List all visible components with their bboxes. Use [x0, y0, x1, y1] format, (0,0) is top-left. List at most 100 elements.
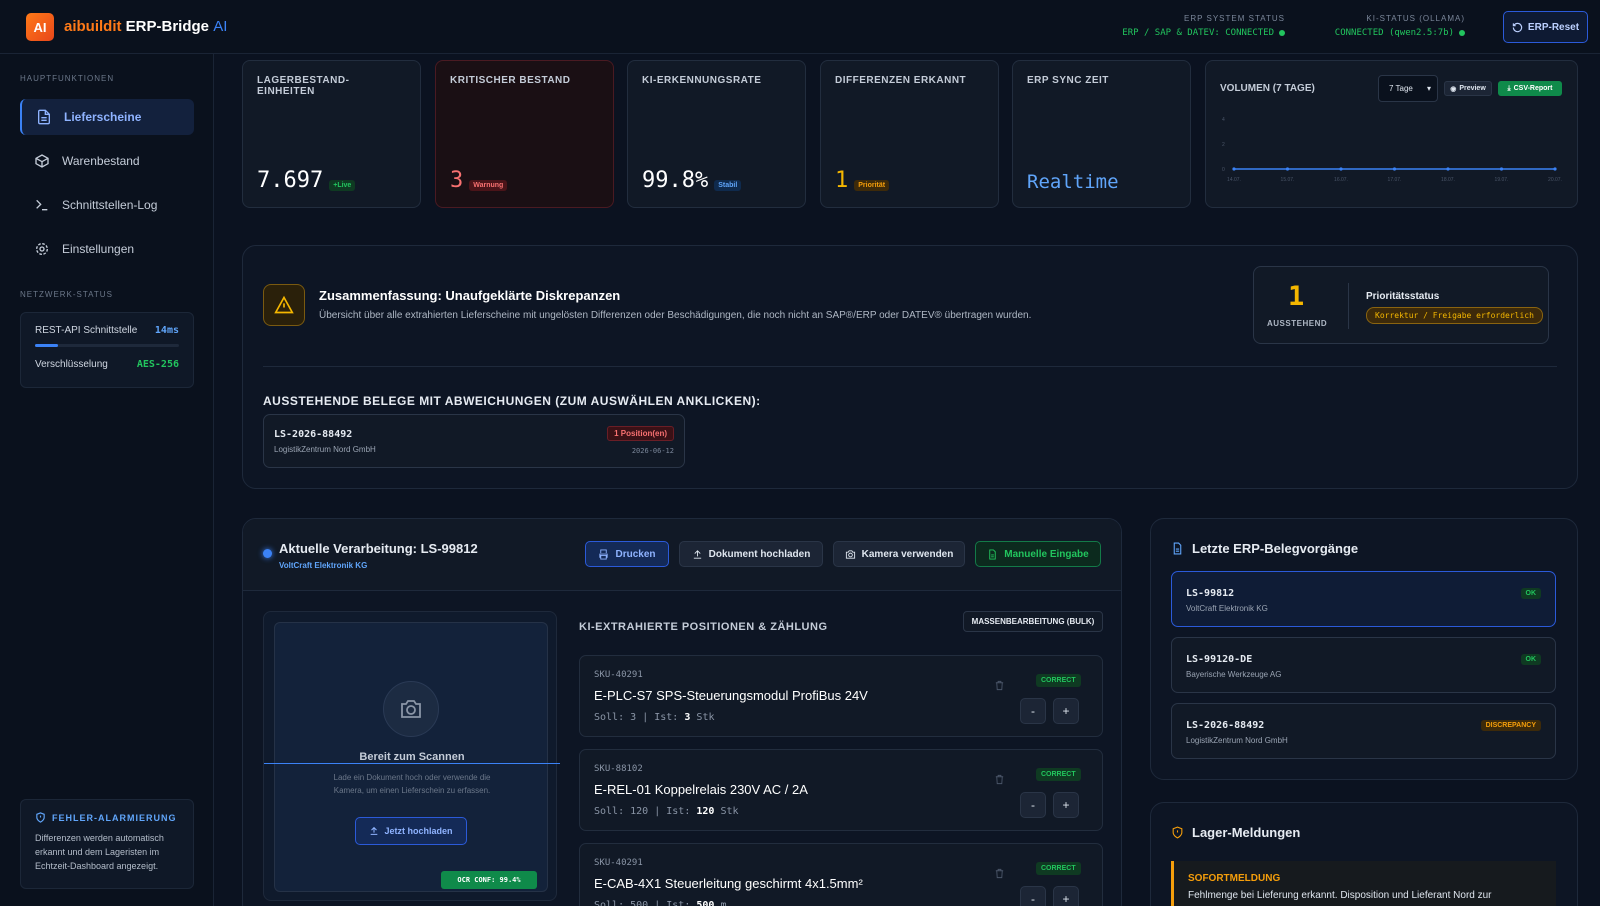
package-icon [35, 154, 49, 168]
data-point [1339, 167, 1343, 171]
pending-status-card: 1 AUSSTEHEND Prioritätsstatus Korrektur … [1253, 266, 1549, 344]
positions-title: KI-EXTRAHIERTE POSITIONEN & ZÄHLUNG [579, 621, 828, 633]
download-icon: ⤓ [1507, 84, 1511, 92]
decrement-button[interactable]: - [1020, 886, 1046, 906]
processing-title: Aktuelle Verarbeitung: LS-99812 [279, 541, 478, 556]
increment-button[interactable]: + [1053, 886, 1079, 906]
kpi-kritischer-bestand: KRITISCHER BESTAND 3 Warnung [435, 60, 614, 208]
discrepancy-summary-panel: Zusammenfassung: Unaufgeklärte Diskrepan… [242, 245, 1578, 489]
upload-document-button[interactable]: Dokument hochladen [679, 541, 823, 567]
eye-icon: ◉ [1450, 85, 1457, 93]
range-select[interactable]: 7 Tage ▾ [1378, 75, 1438, 102]
shield-icon [36, 812, 45, 823]
status-badge: CORRECT [1036, 768, 1081, 781]
trash-icon[interactable] [994, 774, 1005, 788]
sidebar: HAUPTFUNKTIONEN Lieferscheine Warenbesta… [0, 54, 214, 906]
decrement-button[interactable]: - [1020, 698, 1046, 724]
recent-erp-documents: Letzte ERP-Belegvorgänge LS-99812 VoltCr… [1150, 518, 1578, 780]
sidebar-item-warenbestand[interactable]: Warenbestand [20, 143, 194, 179]
status-dot-icon [1279, 30, 1285, 36]
network-status-card: REST-API Schnittstelle 14ms Verschlüsselu… [20, 312, 194, 388]
csv-report-button[interactable]: ⤓ CSV-Report [1498, 81, 1562, 96]
upload-now-button[interactable]: Jetzt hochladen [355, 817, 467, 845]
chevron-down-icon: ▾ [1426, 84, 1431, 93]
manual-entry-button[interactable]: Manuelle Eingabe [975, 541, 1101, 567]
kpi-tag: +Live [329, 180, 356, 191]
terminal-icon [36, 199, 48, 211]
position-item: SKU-88102 E-REL-01 Koppelrelais 230V AC … [579, 749, 1103, 831]
data-point [1553, 167, 1557, 171]
ocr-confidence-badge: OCR CONF: 99.4% [441, 871, 537, 889]
volume-line-chart: 0 2 4 14.07. 15.07. 16.07. 17.07. 18.07. 19.07. 2… [1222, 117, 1562, 183]
kpi-differenzen: DIFFERENZEN ERKANNT 1 Priorität [820, 60, 999, 208]
increment-button[interactable]: + [1053, 698, 1079, 724]
erp-system-status: ERP SYSTEM STATUS ERP / SAP & DATEV: CON… [1122, 14, 1285, 38]
shield-icon [1172, 826, 1183, 839]
data-point [1392, 167, 1397, 171]
status-badge: CORRECT [1036, 674, 1081, 687]
data-point [1446, 167, 1450, 171]
pending-document-card[interactable]: LS-2026-88492 LogistikZentrum Nord GmbH … [263, 414, 685, 468]
upload-icon [371, 826, 378, 835]
priority-badge: Korrektur / Freigabe erforderlich [1366, 307, 1543, 324]
decrement-button[interactable]: - [1020, 792, 1046, 818]
recent-document-card[interactable]: LS-2026-88492 LogistikZentrum Nord GmbH … [1171, 703, 1556, 759]
recent-document-card[interactable]: LS-99812 VoltCraft Elektronik KG OK [1171, 571, 1556, 627]
y-tick-label: 2 [1222, 142, 1225, 148]
y-tick-label: 4 [1222, 117, 1225, 123]
app-logo: AI [26, 13, 54, 41]
x-tick-label: 17.07. [1388, 177, 1402, 183]
discrepancy-title: Zusammenfassung: Unaufgeklärte Diskrepan… [319, 288, 621, 303]
status-badge: OK [1520, 588, 1541, 599]
data-point [1285, 167, 1290, 171]
section-label-network: NETZWERK-STATUS [20, 290, 113, 299]
camera-icon [383, 681, 439, 737]
scan-dropzone[interactable]: Bereit zum Scannen Lade ein Dokument hoc… [264, 622, 560, 892]
status-badge: OK [1520, 654, 1541, 665]
sidebar-item-schnittstellen-log[interactable]: Schnittstellen-Log [20, 187, 194, 223]
urgent-message: SOFORTMELDUNG Fehlmenge bei Lieferung er… [1171, 861, 1556, 906]
position-count-badge: 1 Position(en) [607, 426, 674, 441]
y-tick-label: 0 [1222, 167, 1225, 173]
x-tick-label: 14.07. [1227, 177, 1241, 183]
gear-icon [36, 243, 48, 255]
volume-chart-card: VOLUMEN (7 TAGE) 7 Tage ▾ ◉ Preview ⤓ CSV-R… [1205, 60, 1578, 208]
lager-messages-panel: Lager-Meldungen SOFORTMELDUNG Fehlmenge … [1150, 802, 1578, 906]
trash-icon[interactable] [994, 868, 1005, 882]
kpi-erp-sync: ERP SYNC ZEIT Realtime [1012, 60, 1191, 208]
error-alert-card: FEHLER-ALARMIERUNG Differenzen werden au… [20, 799, 194, 889]
processing-indicator-icon [263, 549, 272, 558]
api-latency-bar [35, 344, 179, 347]
status-dot-icon [1459, 30, 1465, 36]
x-tick-label: 18.07. [1441, 177, 1455, 183]
position-item: SKU-40291 E-PLC-S7 SPS-Steuerungsmodul P… [579, 655, 1103, 737]
document-icon [1173, 542, 1182, 555]
sidebar-item-einstellungen[interactable]: Einstellungen [20, 231, 194, 267]
x-tick-label: 16.07. [1334, 177, 1348, 183]
processing-panel: Aktuelle Verarbeitung: LS-99812 VoltCraf… [242, 518, 1122, 906]
preview-button[interactable]: ◉ Preview [1444, 81, 1492, 96]
warning-icon [263, 284, 305, 326]
camera-button[interactable]: Kamera verwenden [833, 541, 965, 567]
camera-icon [845, 549, 855, 559]
refresh-icon [1512, 22, 1523, 32]
kpi-ki-erkennungsrate: KI-ERKENNUNGSRATE 99.8% Stabil [627, 60, 806, 208]
pending-list-title: AUSSTEHENDE BELEGE MIT ABWEICHUNGEN (ZUM… [263, 394, 761, 408]
data-point [1499, 167, 1504, 171]
increment-button[interactable]: + [1053, 792, 1079, 818]
trash-icon[interactable] [994, 680, 1005, 694]
erp-reset-button[interactable]: ERP-Reset [1503, 11, 1588, 43]
recent-document-card[interactable]: LS-99120-DE Bayerische Werkzeuge AG OK [1171, 637, 1556, 693]
brand-name: aibuildit ERP-Bridge AI [64, 18, 228, 35]
discrepancy-description: Übersicht über alle extrahierten Liefers… [319, 310, 1032, 321]
status-badge: CORRECT [1036, 862, 1081, 875]
sidebar-item-lieferscheine[interactable]: Lieferscheine [20, 99, 194, 135]
x-tick-label: 19.07. [1495, 177, 1509, 183]
kpi-tag: Stabil [714, 180, 742, 191]
upload-icon [693, 549, 701, 559]
volume-title: VOLUMEN (7 TAGE) [1220, 83, 1315, 94]
kpi-tag: Priorität [854, 180, 890, 191]
file-edit-icon [989, 548, 996, 560]
bulk-edit-button[interactable]: MASSENBEARBEITUNG (BULK) [963, 611, 1103, 632]
print-button[interactable]: Drucken [585, 541, 669, 567]
